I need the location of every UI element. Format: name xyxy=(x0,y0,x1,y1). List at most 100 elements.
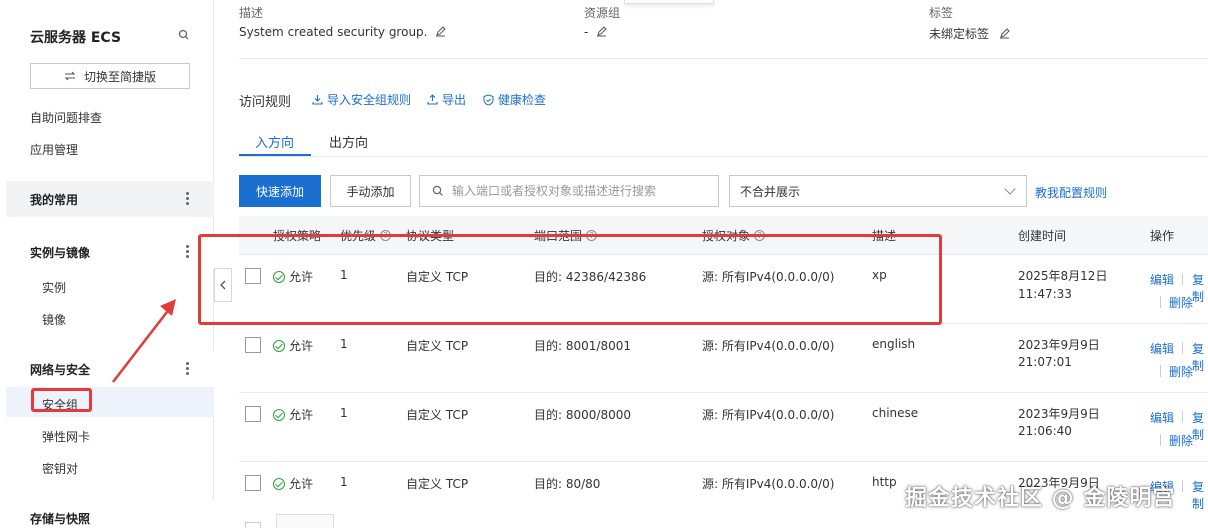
column-header-actions: 操作 xyxy=(1150,227,1174,244)
merge-display-select[interactable]: 不合并展示 xyxy=(729,175,1027,207)
resource-group-label: 资源组 xyxy=(584,6,621,20)
annotation-box-security-group xyxy=(31,388,92,412)
pagination-button[interactable] xyxy=(276,514,334,528)
row-divider xyxy=(239,461,1208,462)
export-link[interactable]: 导出 xyxy=(427,91,466,108)
manual-add-button[interactable]: 手动添加 xyxy=(330,175,411,207)
desc-value: System created security group. xyxy=(239,25,447,39)
sidebar-group-label: 网络与安全 xyxy=(30,362,91,377)
created-time: 21:06:40 xyxy=(1018,424,1072,438)
sidebar-item-images[interactable]: 镜像 xyxy=(42,311,66,328)
sidebar-group-favorites[interactable]: 我的常用 xyxy=(6,181,214,217)
tab-outbound[interactable]: 出方向 xyxy=(329,132,368,151)
desc-label: 描述 xyxy=(239,6,264,20)
sidebar-title: 云服务器 ECS xyxy=(30,30,122,46)
source-cell: 源: 所有IPv4(0.0.0.0/0) xyxy=(702,477,835,491)
divider xyxy=(239,58,1208,59)
priority-cell: 1 xyxy=(340,337,348,351)
teach-config-link[interactable]: 教我配置规则 xyxy=(1035,184,1107,201)
op-separator xyxy=(1160,365,1161,377)
more-icon[interactable] xyxy=(186,192,190,206)
resource-group-value-text: - xyxy=(584,25,589,39)
swap-icon xyxy=(64,71,76,81)
dropdown-edge xyxy=(624,0,714,4)
row-divider xyxy=(239,392,1208,393)
sidebar-item-eni[interactable]: 弹性网卡 xyxy=(42,428,90,445)
sidebar-item-troubleshoot[interactable]: 自助问题排查 xyxy=(30,109,102,126)
port-cell: 目的: 8000/8000 xyxy=(534,408,631,422)
delete-link[interactable]: 删除 xyxy=(1169,432,1193,449)
tab-divider xyxy=(239,156,1208,157)
watermark: 掘金技术社区 @ 金陵明宫 xyxy=(905,486,1176,511)
check-circle-icon xyxy=(273,408,285,421)
copy-link[interactable]: 复制 xyxy=(1192,409,1208,443)
created-time: 21:07:01 xyxy=(1018,355,1072,369)
sidebar: 云服务器 ECS 切换至简捷版 自助问题排查 应用管理 我的常用 实例与镜像 实… xyxy=(0,0,214,528)
tags-value: 未绑定标签 xyxy=(929,25,1010,42)
check-circle-icon xyxy=(273,477,285,490)
shield-check-icon xyxy=(483,93,494,106)
port-cell: 目的: 8001/8001 xyxy=(534,339,631,353)
op-separator xyxy=(1182,480,1183,492)
header-label: 创建时间 xyxy=(1018,229,1067,243)
policy-cell: 允许 xyxy=(273,406,313,423)
protocol-cell: 自定义 TCP xyxy=(406,339,469,353)
op-separator xyxy=(1182,342,1183,354)
sidebar-item-instances[interactable]: 实例 xyxy=(42,279,66,296)
header-label: 操作 xyxy=(1150,229,1175,243)
row-checkbox[interactable] xyxy=(245,337,261,353)
more-icon[interactable] xyxy=(186,245,190,259)
row-checkbox[interactable] xyxy=(245,522,261,528)
sidebar-group-instances[interactable]: 实例与镜像 xyxy=(6,234,214,270)
sidebar-group-label: 实例与镜像 xyxy=(30,245,91,260)
policy-cell: 允许 xyxy=(273,475,313,492)
desc-cell: english xyxy=(872,337,916,351)
priority-cell: 1 xyxy=(340,406,348,420)
source-cell: 源: 所有IPv4(0.0.0.0/0) xyxy=(702,339,835,353)
copy-link[interactable]: 复制 xyxy=(1192,340,1208,374)
created-date: 2023年9月9日 xyxy=(1018,338,1100,352)
desc-cell: http xyxy=(872,475,897,489)
delete-link[interactable]: 删除 xyxy=(1169,363,1193,380)
copy-link[interactable]: 复制 xyxy=(1192,478,1208,512)
access-rules-title: 访问规则 xyxy=(239,95,292,110)
sidebar-group-storage[interactable]: 存储与快照 xyxy=(6,500,214,528)
more-icon[interactable] xyxy=(186,362,190,376)
search-icon[interactable] xyxy=(177,28,191,42)
switch-simple-button[interactable]: 切换至简捷版 xyxy=(30,63,190,89)
rule-search-input[interactable] xyxy=(452,184,712,198)
resource-group-value: - xyxy=(584,25,607,39)
merge-display-value: 不合并展示 xyxy=(740,184,801,199)
created-date: 2025年8月12日 xyxy=(1018,269,1108,283)
sidebar-group-network[interactable]: 网络与安全 xyxy=(6,351,214,387)
column-header-created: 创建时间 xyxy=(1018,227,1066,244)
sidebar-item-app-management[interactable]: 应用管理 xyxy=(30,141,78,158)
tags-label: 标签 xyxy=(929,6,954,20)
copy-link[interactable]: 复制 xyxy=(1192,271,1208,305)
sidebar-group-label: 存储与快照 xyxy=(30,511,91,526)
search-icon xyxy=(432,185,443,196)
chevron-down-icon xyxy=(1004,183,1016,195)
import-rules-link[interactable]: 导入安全组规则 xyxy=(312,91,411,108)
quick-add-button[interactable]: 快速添加 xyxy=(239,175,321,207)
import-rules-label: 导入安全组规则 xyxy=(327,93,412,107)
created-time: 11:47:33 xyxy=(1018,287,1072,301)
row-checkbox[interactable] xyxy=(245,406,261,422)
edit-link[interactable]: 编辑 xyxy=(1150,340,1174,357)
delete-link[interactable]: 删除 xyxy=(1169,294,1193,311)
edit-link[interactable]: 编辑 xyxy=(1150,271,1174,288)
created-date: 2023年9月9日 xyxy=(1018,407,1100,421)
rule-search-box[interactable] xyxy=(419,175,719,207)
edit-icon[interactable] xyxy=(435,26,447,37)
import-icon xyxy=(312,95,323,105)
protocol-cell: 自定义 TCP xyxy=(406,477,469,491)
edit-icon[interactable] xyxy=(596,26,607,37)
health-check-link[interactable]: 健康检查 xyxy=(483,91,546,108)
edit-link[interactable]: 编辑 xyxy=(1150,409,1174,426)
sidebar-item-keypair[interactable]: 密钥对 xyxy=(42,460,78,477)
tab-inbound[interactable]: 入方向 xyxy=(255,132,294,151)
edit-icon[interactable] xyxy=(999,28,1010,39)
row-checkbox[interactable] xyxy=(245,475,261,491)
desc-cell: chinese xyxy=(872,406,919,420)
tags-value-text: 未绑定标签 xyxy=(929,27,990,41)
